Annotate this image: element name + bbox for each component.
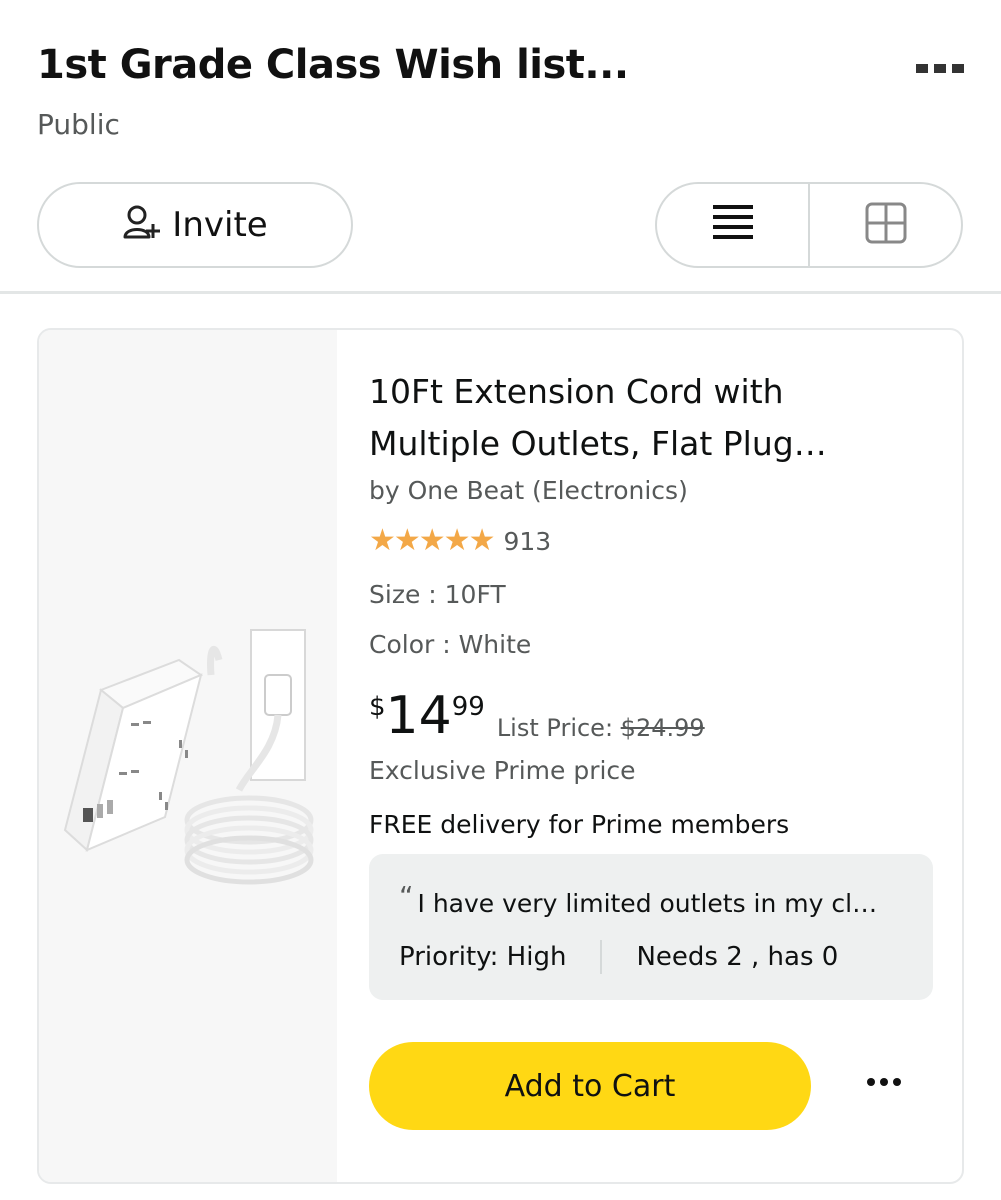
invite-button[interactable]: Invite [37,182,353,268]
product-title[interactable]: 10Ft Extension Cord with Multiple Outlet… [369,366,889,470]
quote-icon: “ [399,880,414,913]
item-comment: “I have very limited outlets in my cl… [399,880,877,918]
more-dots-icon[interactable] [867,1078,901,1086]
product-byline[interactable]: by One Beat (Electronics) [369,476,688,505]
item-meta: Priority: High Needs 2 , has 0 [399,940,838,974]
delivery-info: FREE delivery for Prime members [369,810,790,839]
add-person-icon [122,203,162,247]
rating-count: 913 [503,526,552,556]
meta-divider [600,940,603,974]
list-price-value: $24.99 [620,714,705,742]
product-size: Size : 10FT [369,580,506,609]
list-title: 1st Grade Class Wish list... [37,42,629,88]
list-price-label: List Price: [496,714,614,742]
product-image[interactable] [39,330,337,1182]
star-rating-icon: ★★★★★ [369,523,495,558]
list-view-icon [712,205,753,245]
item-comment-box[interactable]: “I have very limited outlets in my cl… P… [369,854,933,1000]
price-currency: $ [369,692,386,722]
product-title-line2: Multiple Outlets, Flat Plug… [369,424,827,463]
price: $ 14 99 [369,686,485,746]
grid-view-icon [865,202,907,248]
comment-text: I have very limited outlets in my cl… [417,889,878,918]
prime-price-note: Exclusive Prime price [369,756,636,785]
add-to-cart-button[interactable]: Add to Cart [369,1042,811,1130]
priority-label: Priority: High [399,942,567,972]
header-divider [0,291,1001,294]
product-title-line1: 10Ft Extension Cord with [369,372,784,411]
list-price: List Price: $24.99 [497,714,705,746]
price-fraction: 99 [451,692,485,722]
invite-label: Invite [172,205,268,245]
price-row: $ 14 99 List Price: $24.99 [369,686,705,746]
wishlist-item-card: 10Ft Extension Cord with Multiple Outlet… [37,328,964,1184]
product-color: Color : White [369,630,532,659]
price-whole: 14 [385,686,452,746]
list-visibility: Public [37,108,120,141]
needs-label: Needs 2 , has 0 [636,942,839,972]
product-rating[interactable]: ★★★★★ 913 [369,525,551,557]
more-options-icon[interactable] [916,60,968,76]
grid-view-button[interactable] [808,184,961,266]
list-view-button[interactable] [657,184,808,266]
view-toggle [655,182,963,268]
